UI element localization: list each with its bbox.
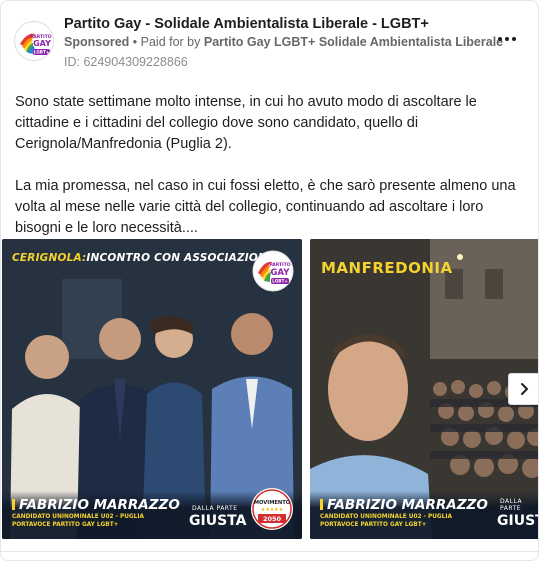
- giusta-label: GIUSTA: [189, 513, 247, 529]
- sponsored-label[interactable]: Sponsored: [64, 35, 129, 49]
- movimento-2050-logo-icon: MOVIMENTO ★★★★★ 2050: [251, 488, 293, 530]
- slide-2-title: MANFREDONIA: [321, 259, 453, 277]
- meta-separator: •: [129, 35, 141, 49]
- carousel-next-button[interactable]: [508, 373, 538, 405]
- body-paragraph-2: La mia promessa, nel caso in cui fossi e…: [15, 178, 516, 236]
- svg-text:2050: 2050: [263, 515, 282, 523]
- svg-text:LGBT+: LGBT+: [34, 50, 50, 55]
- more-horizontal-icon: [498, 37, 502, 41]
- svg-text:GAY: GAY: [33, 39, 51, 48]
- dalla-parte-label: DALLA PARTE: [500, 498, 523, 512]
- partito-gay-badge-icon: PARTITO GAY LGBT+: [252, 250, 294, 292]
- candidate-subtitle: CANDIDATO UNINOMINALE U02 - PUGLIA PORTA…: [12, 514, 145, 528]
- paid-for-prefix: Paid for by: [140, 35, 204, 49]
- carousel-slide-manfredonia[interactable]: MANFREDONIA FABRIZIO MARRAZZO CANDIDATO …: [310, 239, 538, 539]
- svg-text:LGBT+: LGBT+: [272, 279, 288, 284]
- svg-text:MOVIMENTO: MOVIMENTO: [254, 500, 291, 506]
- more-options-button[interactable]: [494, 29, 520, 49]
- carousel-slide-cerignola[interactable]: CERIGNOLA:INCONTRO CON ASSOCIAZIONI PART…: [2, 239, 302, 539]
- candidate-subtitle: CANDIDATO UNINOMINALE U02 - PUGLIA PORTA…: [320, 514, 453, 528]
- page-avatar[interactable]: PARTITO GAY LGBT+: [14, 21, 54, 61]
- sponsored-line: Sponsored • Paid for by Partito Gay LGBT…: [64, 35, 503, 49]
- ad-id: ID: 624904309228866: [64, 55, 188, 69]
- partito-gay-logo-icon: PARTITO GAY LGBT+: [16, 23, 53, 60]
- paid-for-name: Partito Gay LGBT+ Solidale Ambientalista…: [203, 35, 504, 49]
- body-paragraph-1: Sono state settimane molto intense, in c…: [15, 94, 477, 152]
- slide-1-title: CERIGNOLA:INCONTRO CON ASSOCIAZIONI: [12, 252, 272, 264]
- chevron-right-icon: [521, 383, 528, 395]
- page-name-link[interactable]: Partito Gay - Solidale Ambientalista Lib…: [64, 16, 429, 32]
- candidate-name: FABRIZIO MARRAZZO: [320, 497, 488, 513]
- candidate-name: FABRIZIO MARRAZZO: [12, 497, 180, 513]
- ad-body-text: Sono state settimane molto intense, in c…: [15, 92, 527, 260]
- ad-card: PARTITO GAY LGBT+ Partito Gay - Solidale…: [0, 0, 539, 561]
- dalla-parte-label: DALLA PARTE: [192, 505, 238, 512]
- image-carousel: CERIGNOLA:INCONTRO CON ASSOCIAZIONI PART…: [1, 239, 538, 539]
- svg-text:★★★★★: ★★★★★: [261, 507, 284, 513]
- footer-divider: [1, 551, 538, 552]
- giusta-label: GIUSTA: [497, 513, 538, 529]
- svg-text:GAY: GAY: [271, 268, 291, 278]
